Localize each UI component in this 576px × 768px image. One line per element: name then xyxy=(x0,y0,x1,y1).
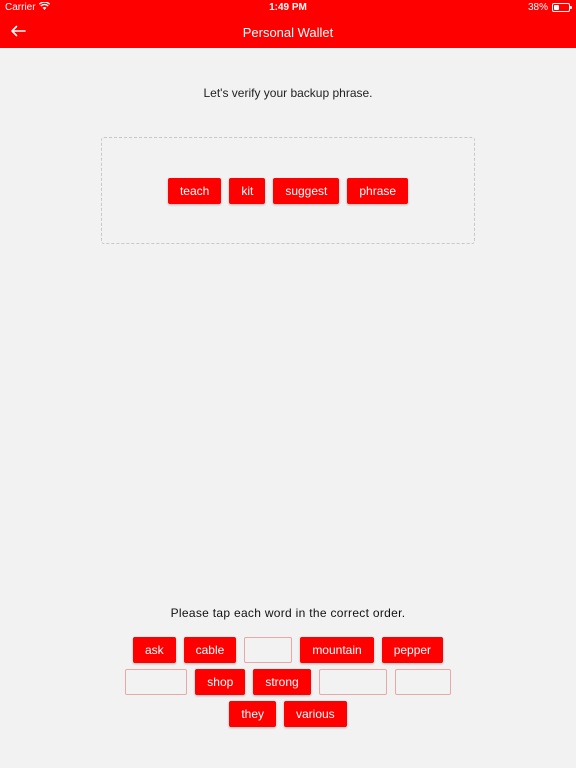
selected-words-row: teach kit suggest phrase xyxy=(0,178,576,204)
selected-word-chip[interactable]: phrase xyxy=(347,178,409,204)
word-bank-chip[interactable]: strong xyxy=(253,669,311,695)
selected-word-chip[interactable]: kit xyxy=(229,178,266,204)
word-bank-chip[interactable]: various xyxy=(284,701,347,727)
word-bank-chip[interactable]: ask xyxy=(132,637,176,663)
word-bank-row-3: they various xyxy=(0,701,576,727)
used-word-slot xyxy=(244,637,293,663)
selected-word-chip[interactable]: teach xyxy=(167,178,222,204)
instruction-text: Please tap each word in the correct orde… xyxy=(170,606,406,620)
word-bank-chip[interactable]: they xyxy=(229,701,276,727)
word-bank-chip[interactable]: mountain xyxy=(300,637,374,663)
app-header: Carrier 1:49 PM 38% Personal Wallet xyxy=(0,0,576,48)
battery-icon xyxy=(552,3,572,12)
word-bank-chip[interactable]: cable xyxy=(183,637,237,663)
page-title: Personal Wallet xyxy=(242,25,334,40)
word-bank-row-1: ask cable mountain pepper xyxy=(0,637,576,663)
battery-fill xyxy=(554,5,559,10)
used-word-slot xyxy=(394,669,451,695)
verify-prompt: Let's verify your backup phrase. xyxy=(203,86,373,100)
used-word-slot xyxy=(125,669,188,695)
status-right: 38% xyxy=(527,2,572,13)
selected-word-chip[interactable]: suggest xyxy=(273,178,340,204)
word-bank-row-2: shop strong xyxy=(0,669,576,695)
status-time: 1:49 PM xyxy=(269,2,307,13)
word-bank-chip[interactable]: pepper xyxy=(381,637,444,663)
battery-percent: 38% xyxy=(527,2,548,13)
word-bank-chip[interactable]: shop xyxy=(195,669,246,695)
used-word-slot xyxy=(318,669,387,695)
status-bar: Carrier 1:49 PM 38% xyxy=(0,0,576,16)
